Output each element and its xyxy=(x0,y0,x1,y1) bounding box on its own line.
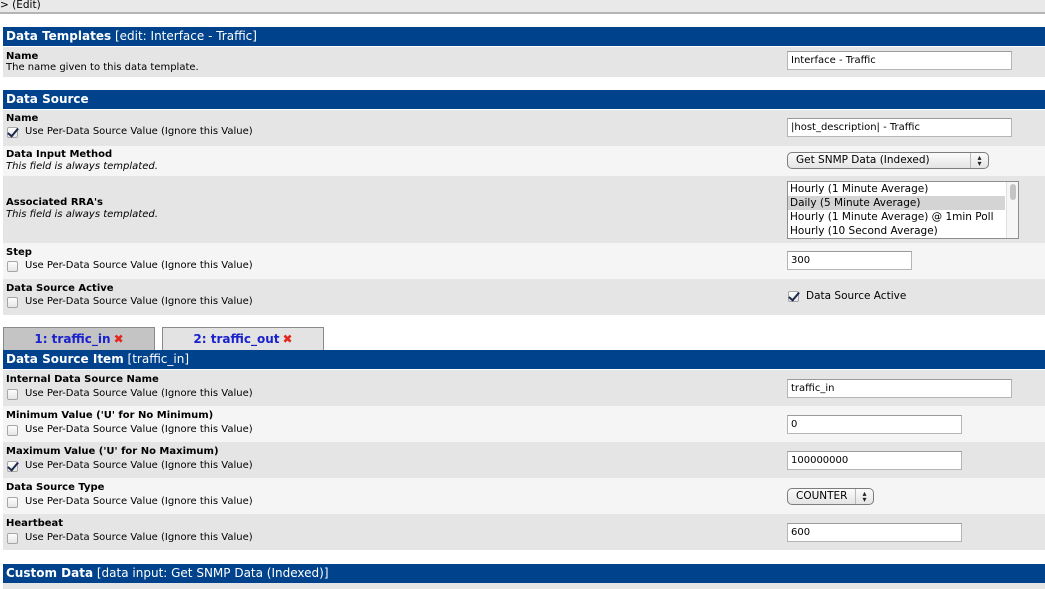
field-title: Step xyxy=(6,247,32,258)
max-per-source-checkbox-line[interactable]: Use Per-Data Source Value (Ignore this V… xyxy=(7,460,253,472)
section-subtitle: [data input: Get SNMP Data (Indexed)] xyxy=(96,566,329,580)
field-title: Name xyxy=(6,113,39,124)
field-title: Heartbeat xyxy=(6,518,64,529)
heartbeat-row: Heartbeat Use Per-Data Source Value (Ign… xyxy=(3,514,1045,550)
rra-option-selected[interactable]: Daily (5 Minute Average) xyxy=(788,196,1005,210)
min-per-source-checkbox-line[interactable]: Use Per-Data Source Value (Ignore this V… xyxy=(7,424,253,436)
select-arrows-icon: ▴ ▾ xyxy=(970,153,988,168)
select-arrows-icon: ▴ ▾ xyxy=(855,489,873,504)
rra-option[interactable]: Hourly (10 Second Average) xyxy=(788,224,1005,238)
type-per-source-checkbox[interactable] xyxy=(7,496,18,508)
section-title: Data Source Item xyxy=(6,352,124,366)
ds-name-input[interactable]: |host_description| - Traffic xyxy=(787,118,1012,137)
tab-label: 1: traffic_in xyxy=(34,332,111,346)
selected-value: COUNTER xyxy=(796,490,848,502)
active-per-source-checkbox-line[interactable]: Use Per-Data Source Value (Ignore this V… xyxy=(7,296,253,308)
data-source-item-header: Data Source Item [traffic_in] xyxy=(3,350,1045,369)
data-source-header: Data Source xyxy=(3,90,1045,109)
checkbox-label: Use Per-Data Source Value (Ignore this V… xyxy=(25,296,253,307)
section-title: Data Templates xyxy=(6,29,112,43)
ds-active-row: Data Source Active Use Per-Data Source V… xyxy=(3,279,1045,315)
min-per-source-checkbox[interactable] xyxy=(7,424,18,436)
ds-name-per-source-checkbox-line[interactable]: Use Per-Data Source Value (Ignore this V… xyxy=(7,126,253,138)
field-description: The name given to this data template. xyxy=(6,62,199,73)
checkbox-label: Use Per-Data Source Value (Ignore this V… xyxy=(25,388,253,399)
tab-traffic-out[interactable]: 2: traffic_out ✖ xyxy=(162,327,324,350)
rras-listbox[interactable]: Hourly (1 Minute Average) Daily (5 Minut… xyxy=(787,181,1019,239)
rras-row: Associated RRA's This field is always te… xyxy=(3,176,1045,243)
delete-icon[interactable]: ✖ xyxy=(283,332,293,346)
max-per-source-checkbox[interactable] xyxy=(7,460,18,472)
tab-traffic-in[interactable]: 1: traffic_in ✖ xyxy=(3,327,155,350)
input-method-select[interactable]: Get SNMP Data (Indexed) ▴ ▾ xyxy=(787,152,989,169)
heartbeat-per-source-checkbox-line[interactable]: Use Per-Data Source Value (Ignore this V… xyxy=(7,532,253,544)
breadcrumb: > (Edit) xyxy=(0,0,1045,14)
ds-active-checkbox-line[interactable]: Data Source Active xyxy=(788,290,906,302)
field-title: Associated RRA's xyxy=(6,197,103,208)
field-title: Data Source Type xyxy=(6,482,105,493)
min-value-input[interactable]: 0 xyxy=(787,415,962,434)
internal-name-row: Internal Data Source Name Use Per-Data S… xyxy=(3,370,1045,406)
custom-data-row xyxy=(3,583,1045,589)
checkbox-label: Use Per-Data Source Value (Ignore this V… xyxy=(25,460,253,471)
custom-data-header: Custom Data [data input: Get SNMP Data (… xyxy=(3,564,1045,583)
heartbeat-per-source-checkbox[interactable] xyxy=(7,532,18,544)
heartbeat-input[interactable]: 600 xyxy=(787,523,962,542)
step-row: Step Use Per-Data Source Value (Ignore t… xyxy=(3,243,1045,279)
max-value-input[interactable]: 100000000 xyxy=(787,451,962,470)
checkbox-label: Data Source Active xyxy=(806,290,907,302)
active-per-source-checkbox[interactable] xyxy=(7,296,18,308)
internal-name-per-source-checkbox[interactable] xyxy=(7,388,18,400)
checkbox-label: Use Per-Data Source Value (Ignore this V… xyxy=(25,260,253,271)
step-per-source-checkbox[interactable] xyxy=(7,260,18,272)
checkbox-label: Use Per-Data Source Value (Ignore this V… xyxy=(25,496,253,507)
template-name-input[interactable]: Interface - Traffic xyxy=(787,51,1012,70)
rra-option[interactable]: Hourly (1 Minute Average) @ 1min Poll xyxy=(788,210,1005,224)
step-per-source-checkbox-line[interactable]: Use Per-Data Source Value (Ignore this V… xyxy=(7,260,253,272)
ds-active-checkbox[interactable] xyxy=(788,290,799,302)
delete-icon[interactable]: ✖ xyxy=(114,332,124,346)
checkbox-label: Use Per-Data Source Value (Ignore this V… xyxy=(25,532,253,543)
input-method-row: Data Input Method This field is always t… xyxy=(3,146,1045,176)
field-title: Maximum Value ('U' for No Maximum) xyxy=(6,446,219,457)
field-description: This field is always templated. xyxy=(6,209,158,220)
tab-label: 2: traffic_out xyxy=(193,332,280,346)
section-title: Data Source xyxy=(6,92,89,106)
internal-name-per-source-checkbox-line[interactable]: Use Per-Data Source Value (Ignore this V… xyxy=(7,388,253,400)
ds-type-row: Data Source Type Use Per-Data Source Val… xyxy=(3,478,1045,514)
selected-value: Get SNMP Data (Indexed) xyxy=(796,154,930,166)
field-title: Data Input Method xyxy=(6,149,113,160)
internal-name-input[interactable]: traffic_in xyxy=(787,379,1012,398)
checkbox-label: Use Per-Data Source Value (Ignore this V… xyxy=(25,126,253,137)
type-per-source-checkbox-line[interactable]: Use Per-Data Source Value (Ignore this V… xyxy=(7,496,253,508)
breadcrumb-text: > (Edit) xyxy=(0,0,41,11)
scrollbar-thumb[interactable] xyxy=(1010,184,1016,200)
ds-name-per-source-checkbox[interactable] xyxy=(7,126,18,138)
min-value-row: Minimum Value ('U' for No Minimum) Use P… xyxy=(3,406,1045,442)
section-title: Custom Data xyxy=(6,566,94,580)
template-name-row: Name The name given to this data templat… xyxy=(3,47,1045,77)
ds-type-select[interactable]: COUNTER ▴ ▾ xyxy=(787,488,874,505)
step-input[interactable]: 300 xyxy=(787,251,912,270)
section-subtitle: [edit: Interface - Traffic] xyxy=(114,29,257,43)
field-description: This field is always templated. xyxy=(6,161,158,172)
field-title: Data Source Active xyxy=(6,283,114,294)
field-title: Internal Data Source Name xyxy=(6,374,159,385)
max-value-row: Maximum Value ('U' for No Maximum) Use P… xyxy=(3,442,1045,478)
section-subtitle: [traffic_in] xyxy=(127,352,190,366)
field-title: Minimum Value ('U' for No Minimum) xyxy=(6,410,214,421)
rra-option[interactable]: Hourly (1 Minute Average) xyxy=(788,182,1005,196)
checkbox-label: Use Per-Data Source Value (Ignore this V… xyxy=(25,424,253,435)
ds-name-row: Name Use Per-Data Source Value (Ignore t… xyxy=(3,110,1045,146)
listbox-scrollbar[interactable] xyxy=(1006,182,1018,238)
data-templates-header: Data Templates [edit: Interface - Traffi… xyxy=(3,27,1045,46)
